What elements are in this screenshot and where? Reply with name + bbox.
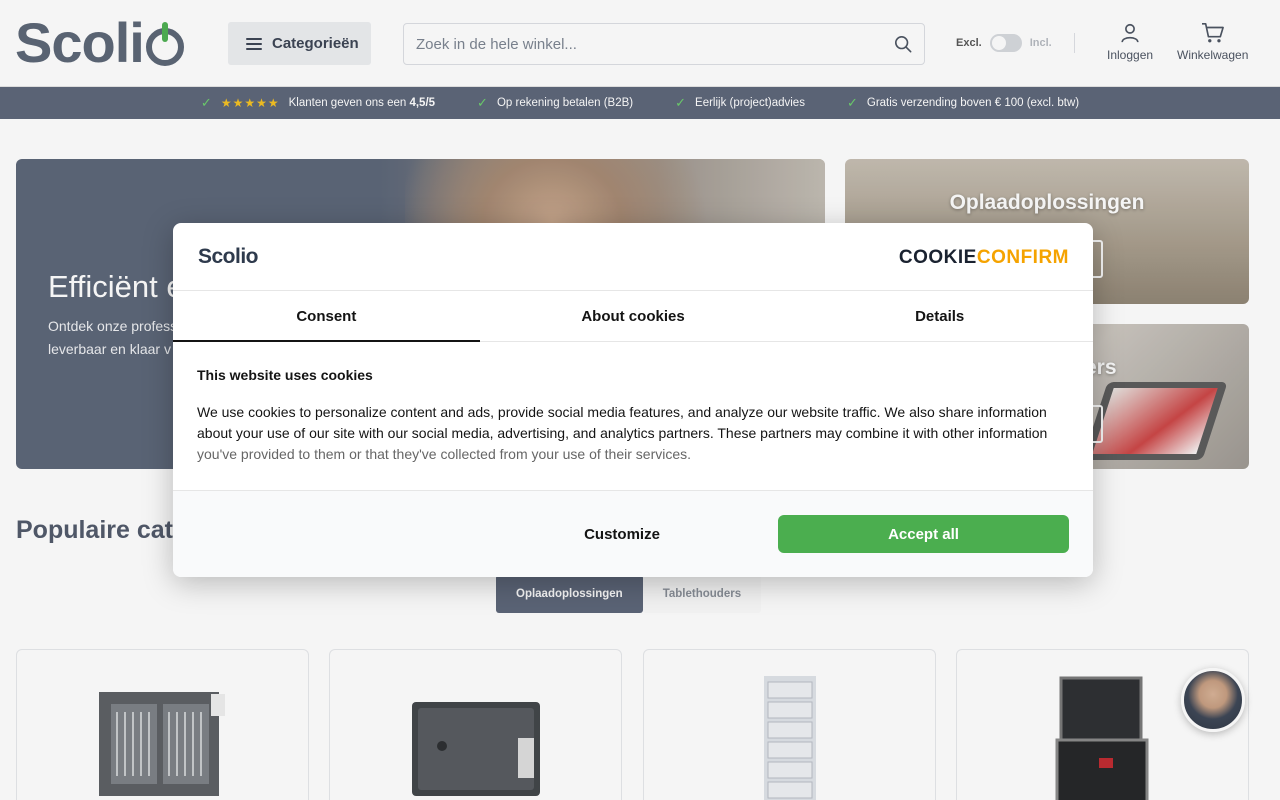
accept-all-button[interactable]: Accept all bbox=[778, 515, 1069, 553]
cookie-dialog-logo: Scolio bbox=[198, 245, 259, 268]
customize-button[interactable]: Customize bbox=[545, 516, 699, 552]
cookie-dialog: Scolio COOKIECONFIRM Consent About cooki… bbox=[173, 223, 1093, 577]
tab-about-cookies[interactable]: About cookies bbox=[480, 292, 787, 341]
cookie-dialog-body: This website uses cookies We use cookies… bbox=[197, 367, 1069, 465]
tab-details[interactable]: Details bbox=[786, 292, 1093, 341]
cookie-tabs: Consent About cookies Details bbox=[173, 292, 1093, 342]
cookie-dialog-title: This website uses cookies bbox=[197, 367, 373, 383]
cookie-dialog-footer: Customize Accept all bbox=[173, 490, 1093, 577]
cookieconfirm-logo: COOKIECONFIRM bbox=[898, 247, 1069, 268]
cookie-dialog-text: We use cookies to personalize content an… bbox=[197, 404, 1048, 462]
tab-consent[interactable]: Consent bbox=[173, 292, 480, 342]
cookie-dialog-header: Scolio COOKIECONFIRM bbox=[173, 223, 1093, 291]
